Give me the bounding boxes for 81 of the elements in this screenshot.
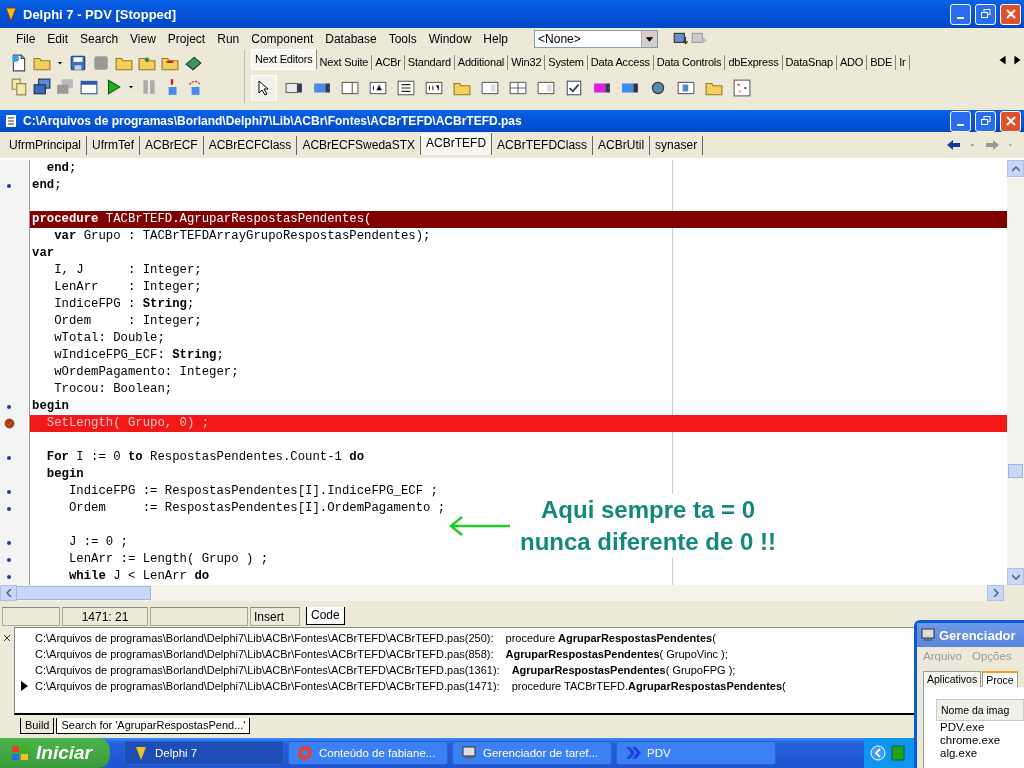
palette-tab[interactable]: Next Suite — [316, 55, 373, 70]
palette-tab[interactable]: ACBr — [372, 55, 405, 70]
code-line: IndiceFPG := RespostasPendentes[I].IndiceFPG_ECF ; — [67, 483, 438, 500]
code-line: LenArr := Length( Grupo ) ; — [67, 551, 269, 568]
palette-tab[interactable]: Next Editors — [251, 49, 317, 70]
menu-item[interactable]: Search — [74, 32, 125, 46]
code-line: Trocou: Boolean; — [53, 381, 173, 398]
tab[interactable]: Proce — [982, 671, 1018, 687]
message-text[interactable]: procedure AgruparRespostasPendentes( — [493, 632, 716, 644]
menu-item[interactable]: Component — [245, 32, 320, 46]
menu-item[interactable]: Tools — [382, 32, 423, 46]
file-tab[interactable]: synaser — [650, 135, 704, 155]
annotation-text: nunca diferente de 0 !! — [520, 526, 777, 558]
code-line: I, J : Integer; — [53, 262, 202, 279]
column-header[interactable]: Nome da imag — [936, 699, 1024, 721]
palette-tab[interactable]: BDE — [867, 55, 897, 70]
message-text[interactable]: procedure TACBrTEFD.AgruparRespostasPendentes( — [499, 680, 786, 692]
editor-title: C:\Arquivos de programas\Borland\Delphi7\Lib\ACBr\Fontes\ACBrTEFD\ACBrTEFD.pas — [23, 114, 523, 128]
menu-item[interactable]: Window — [422, 32, 478, 46]
tab[interactable]: Aplicativos — [923, 671, 982, 687]
window-title: Gerenciador — [939, 627, 1016, 643]
palette-tab[interactable]: Data Access — [587, 55, 654, 70]
code-line: IndiceFPG : String; — [53, 296, 195, 313]
file-tab[interactable]: ACBrTEFD — [421, 132, 493, 155]
code-line: Ordem : Integer; — [53, 313, 202, 330]
file-tab[interactable]: ACBrTEFDClass — [492, 135, 594, 155]
palette-tab[interactable]: Ir — [896, 55, 910, 70]
menu-item[interactable]: Run — [211, 32, 246, 46]
palette-tab[interactable]: Additional — [454, 55, 509, 70]
palette-tab[interactable]: Win32 — [508, 55, 546, 70]
menu-item[interactable]: Database — [319, 32, 383, 46]
code-line: end; — [45, 160, 77, 177]
code-line: begin — [45, 466, 84, 483]
message-location[interactable]: C:\Arquivos de programas\Borland\Delphi7\Lib\ACBr\Fontes\ACBrTEFD\ACBrTEFD.pas(250): — [33, 632, 494, 644]
code-line: procedure TACBrTEFD.AgruparRespostasPendentes( — [32, 211, 372, 228]
file-tab[interactable]: UfrmPrincipal — [4, 135, 87, 155]
code-line: wTotal: Double; — [53, 330, 165, 347]
message-location[interactable]: C:\Arquivos de programas\Borland\Delphi7\Lib\ACBr\Fontes\ACBrTEFD\ACBrTEFD.pas(1361): — [33, 664, 500, 676]
menu-item[interactable]: File — [10, 32, 42, 46]
code-line: LenArr : Integer; — [53, 279, 202, 296]
window-title: Delphi 7 - PDV [Stopped] — [23, 6, 178, 22]
taskbar-button[interactable]: Gerenciador de taref... — [452, 741, 612, 765]
palette-tab[interactable]: dbExpress — [725, 55, 783, 70]
code-line: while J < LenArr do — [67, 568, 210, 585]
message-location[interactable]: C:\Arquivos de programas\Borland\Delphi7\Lib\ACBr\Fontes\ACBrTEFD\ACBrTEFD.pas(1471): — [33, 680, 500, 692]
code-line: For I := 0 to RespostasPendentes.Count-1 do — [45, 449, 365, 466]
taskbar-button[interactable]: Conteúdo de fabiane... — [288, 741, 448, 765]
palette-tab[interactable]: Data Controls — [653, 55, 726, 70]
menu-item[interactable]: Help — [477, 32, 515, 46]
code-line: Ordem := RespostasPendentes[I].OrdemPagamento ; — [67, 500, 446, 517]
menu-item[interactable]: View — [124, 32, 162, 46]
menu-item[interactable]: Project — [161, 32, 212, 46]
file-tab[interactable]: ACBrUtil — [593, 135, 651, 155]
code-line: SetLength( Grupo, 0) ; — [45, 415, 210, 432]
taskbar-button[interactable]: Delphi 7 — [124, 741, 284, 765]
code-line: begin — [32, 398, 69, 415]
taskbar-button[interactable]: PDV — [616, 741, 776, 765]
message-text[interactable]: AgruparRespostasPendentes( GrupoFPG ); — [499, 664, 736, 676]
code-line: var — [32, 245, 55, 262]
file-tab[interactable]: ACBrECFClass — [203, 135, 298, 155]
palette-tab[interactable]: System — [545, 55, 588, 70]
message-tab[interactable]: Build — [20, 718, 55, 734]
code-line: J := 0 ; — [67, 534, 128, 551]
menu-item[interactable]: Edit — [41, 32, 75, 46]
file-tab[interactable]: ACBrECF — [140, 135, 204, 155]
message-location[interactable]: C:\Arquivos de programas\Borland\Delphi7\Lib\ACBr\Fontes\ACBrTEFD\ACBrTEFD.pas(858): — [33, 648, 494, 660]
palette-tab[interactable]: ADO — [836, 55, 868, 70]
message-tab[interactable]: Search for 'AgruparRespostasPend...' — [56, 718, 251, 734]
annotation-text: Aqui sempre ta = 0 — [541, 494, 756, 526]
code-tab[interactable]: Code — [306, 607, 345, 625]
file-tab[interactable]: UfrmTef — [87, 135, 140, 155]
palette-tab[interactable]: DataSnap — [782, 55, 837, 70]
cursor-position: 1471: 21 — [62, 606, 148, 626]
code-line: wIndiceFPG_ECF: String; — [53, 347, 224, 364]
message-text[interactable]: AgruparRespostasPendentes( GrupoVinc ); — [493, 648, 728, 660]
code-line: end; — [32, 177, 62, 194]
code-line: var Grupo : TACBrTEFDArrayGrupoRespostasPendentes); — [53, 228, 431, 245]
code-line: wOrdemPagamento: Integer; — [53, 364, 239, 381]
insert-mode: Insert — [250, 606, 300, 626]
desktop-combo[interactable]: <None> — [534, 30, 659, 48]
palette-tab[interactable]: Standard — [404, 55, 455, 70]
